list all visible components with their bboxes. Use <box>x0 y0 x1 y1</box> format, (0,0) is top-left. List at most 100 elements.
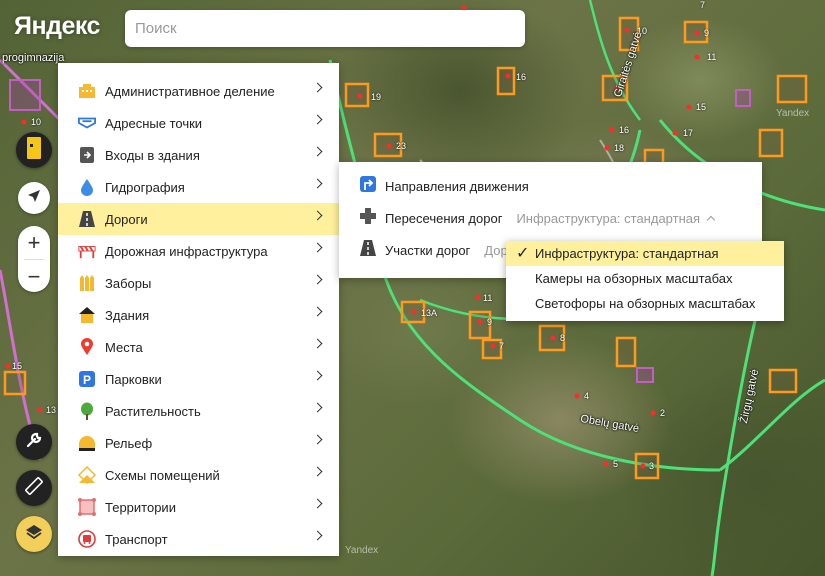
map-watermark: Yandex <box>345 545 379 556</box>
floor-plan-icon <box>78 466 96 484</box>
dropdown-option-label: Светофоры на обзорных масштабах <box>535 296 756 311</box>
location-arrow-icon <box>26 187 42 210</box>
menu-item-label: Адресные точки <box>105 115 203 131</box>
house-number: 10 <box>31 117 42 127</box>
locate-me-button[interactable] <box>18 182 50 214</box>
building-outline <box>3 370 27 396</box>
chevron-up-icon <box>706 215 716 225</box>
menu-item-parking[interactable]: P Парковки <box>58 363 339 395</box>
chevron-right-icon <box>312 370 323 381</box>
chevron-right-icon <box>312 434 323 445</box>
dropdown-option-label: Инфраструктура: стандартная <box>535 246 719 261</box>
infrastructure-dropdown: ✓ Инфраструктура: стандартная Камеры на … <box>506 241 784 321</box>
menu-item-address-points[interactable]: Адресные точки <box>58 107 339 139</box>
map-editor-icon <box>25 136 43 165</box>
chevron-right-icon <box>312 178 323 189</box>
building-block-icon <box>78 82 96 100</box>
menu-item-entrances[interactable]: Входы в здания <box>58 139 339 171</box>
direction-sign-icon <box>359 175 377 198</box>
building-outline <box>776 74 808 104</box>
fence-icon <box>78 274 96 292</box>
submenu-item-road-intersections[interactable]: Пересечения дорог Инфраструктура: станда… <box>339 202 762 234</box>
menu-item-label: Места <box>105 339 143 355</box>
menu-item-label: Дорожная инфраструктура <box>105 243 268 259</box>
building-outline <box>9 79 41 111</box>
submenu-item-traffic-directions[interactable]: Направления движения <box>339 170 762 202</box>
menu-item-label: Транспорт <box>105 531 168 547</box>
house-number: 19 <box>371 92 382 102</box>
road-icon <box>78 210 96 228</box>
ruler-button[interactable] <box>16 470 52 506</box>
house-number: 15 <box>12 361 23 371</box>
dropdown-option-traffic-lights[interactable]: Светофоры на обзорных масштабах <box>506 291 784 316</box>
chevron-right-icon <box>312 242 323 253</box>
house-number: 13А <box>421 308 438 318</box>
house-number: 18 <box>614 143 625 153</box>
barrier-icon <box>78 242 96 260</box>
menu-item-transport[interactable]: Транспорт <box>58 523 339 555</box>
dropdown-option-standard[interactable]: ✓ Инфраструктура: стандартная <box>506 241 784 266</box>
menu-item-places[interactable]: Места <box>58 331 339 363</box>
tools-button[interactable] <box>16 424 52 460</box>
house-number: 16 <box>619 125 630 135</box>
yandex-logo[interactable]: Яндекс <box>14 12 100 41</box>
chevron-right-icon <box>312 82 323 93</box>
menu-item-buildings[interactable]: Здания <box>58 299 339 331</box>
road-segment-icon <box>359 239 377 262</box>
dropdown-option-cameras[interactable]: Камеры на обзорных масштабах <box>506 266 784 291</box>
building-outline <box>615 336 637 368</box>
zoom-out-button[interactable]: − <box>18 260 50 293</box>
bus-icon <box>78 530 96 548</box>
menu-item-label: Здания <box>105 307 150 323</box>
menu-item-label: Рельеф <box>105 435 153 451</box>
tree-icon <box>78 402 96 420</box>
chevron-right-icon <box>312 210 323 221</box>
menu-item-label: Территории <box>105 499 176 515</box>
menu-item-label: Заборы <box>105 275 152 291</box>
menu-item-roads[interactable]: Дороги <box>58 203 339 235</box>
intersection-icon <box>359 207 377 230</box>
menu-item-road-infrastructure[interactable]: Дорожная инфраструктура <box>58 235 339 267</box>
menu-item-fences[interactable]: Заборы <box>58 267 339 299</box>
infrastructure-select[interactable]: Инфраструктура: стандартная <box>516 211 700 226</box>
menu-item-territories[interactable]: Территории <box>58 491 339 523</box>
layers-icon <box>24 522 44 547</box>
chevron-right-icon <box>312 114 323 125</box>
house-number: 15 <box>696 102 707 112</box>
submenu-item-label: Участки дорог <box>385 242 471 258</box>
chevron-right-icon <box>312 338 323 349</box>
menu-item-label: Административное деление <box>105 83 275 99</box>
zoom-in-button[interactable]: + <box>18 226 50 259</box>
house-number: 17 <box>683 128 694 138</box>
house-number: 2 <box>660 408 666 418</box>
relief-icon <box>78 434 96 452</box>
menu-item-hydrography[interactable]: Гидрография <box>58 171 339 203</box>
house-number: 3 <box>649 461 655 471</box>
house-number: 5 <box>613 459 619 469</box>
house-number: 11 <box>707 52 717 62</box>
building-outline <box>344 82 370 108</box>
menu-item-floor-plans[interactable]: Схемы помещений <box>58 459 339 491</box>
menu-item-label: Схемы помещений <box>105 467 220 483</box>
water-drop-icon <box>78 178 96 196</box>
chevron-right-icon <box>312 146 323 157</box>
chevron-right-icon <box>312 466 323 477</box>
house-number: 16 <box>516 72 527 82</box>
zoom-control: + − <box>18 226 50 292</box>
building-outline <box>735 89 751 107</box>
dropdown-option-label: Камеры на обзорных масштабах <box>535 271 733 286</box>
map-layers-button[interactable] <box>16 516 52 552</box>
menu-item-vegetation[interactable]: Растительность <box>58 395 339 427</box>
menu-item-relief[interactable]: Рельеф <box>58 427 339 459</box>
house-number: 23 <box>396 141 407 151</box>
road-segments-select[interactable]: Дор <box>484 243 507 258</box>
search-input[interactable] <box>125 10 525 47</box>
house-number: 7 <box>499 341 505 351</box>
submenu-item-label: Направления движения <box>385 178 529 194</box>
menu-item-label: Дороги <box>105 211 148 227</box>
building-outline <box>634 452 660 480</box>
layers-mode-button[interactable] <box>16 132 52 168</box>
menu-item-admin-division[interactable]: Административное деление <box>58 75 339 107</box>
building-outline <box>636 367 654 383</box>
layers-menu: Административное деление Адресные точки … <box>58 63 339 556</box>
